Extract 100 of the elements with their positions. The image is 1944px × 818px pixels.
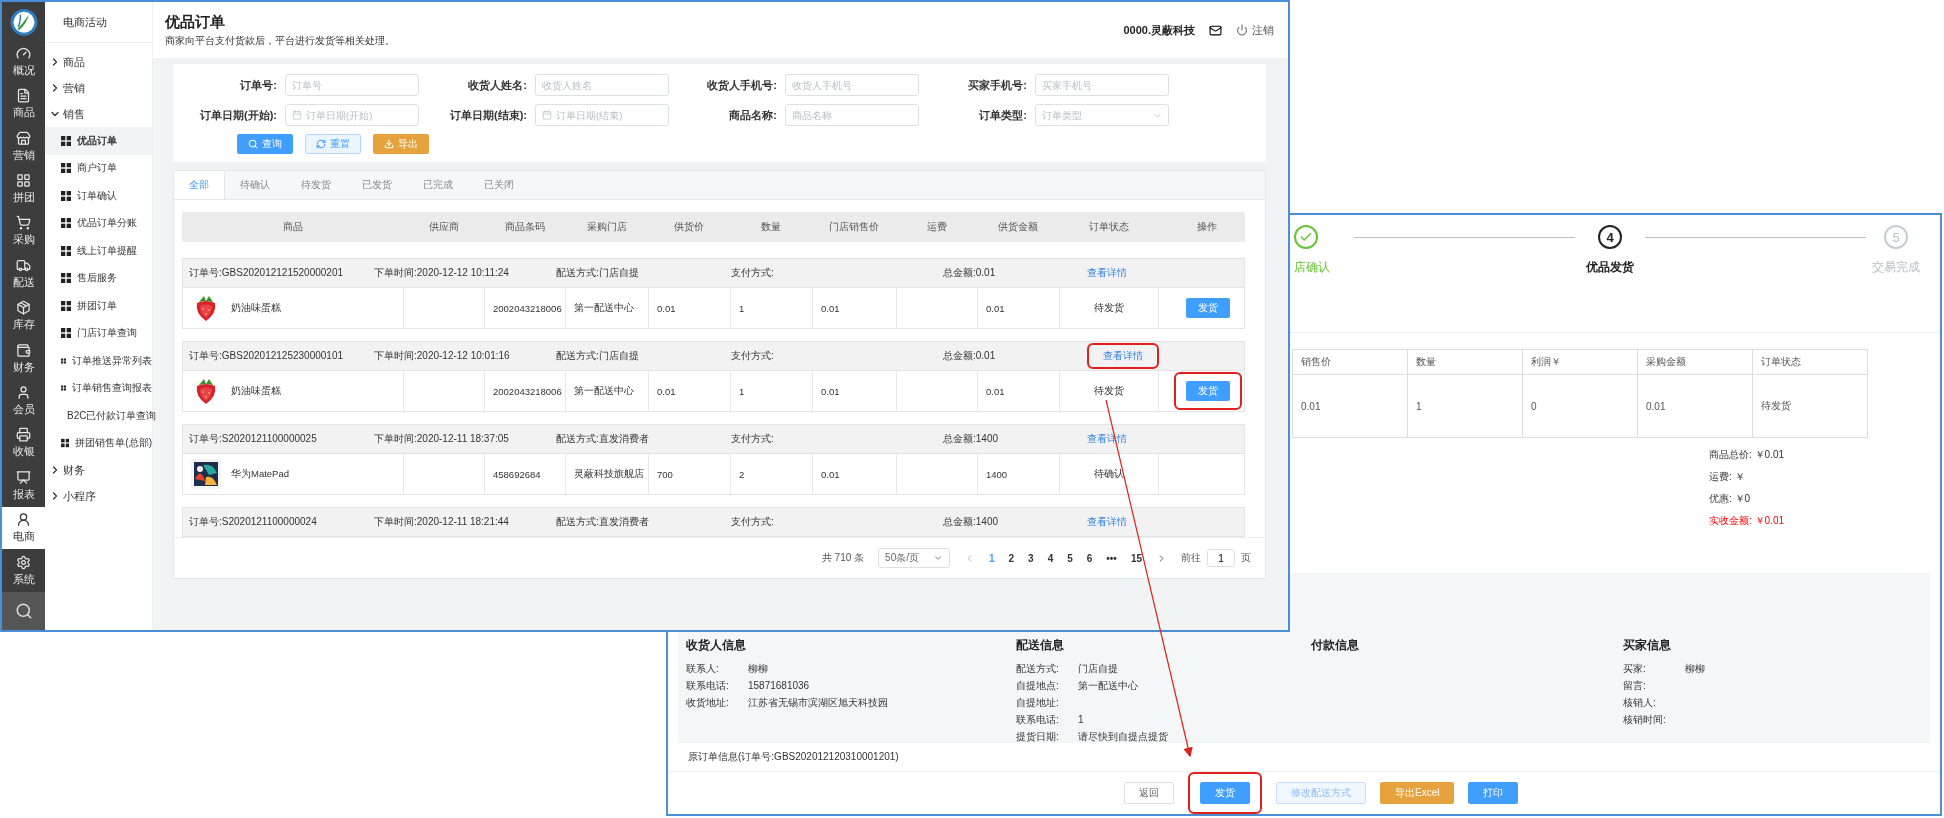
grid-icon [61,163,71,174]
page-button[interactable]: 2 [1008,552,1015,564]
goto-label: 前往 [1181,551,1201,565]
column-header: 数量 [760,220,782,234]
order-time: 下单时间:2020-12-12 10:11:24 [374,266,509,280]
field-label: 买家: [1623,662,1647,676]
page-button[interactable]: 3 [1028,552,1034,564]
menu-group[interactable]: 商品 [45,49,85,75]
page-button[interactable]: 6 [1086,552,1093,564]
column-header: 数量 [1408,350,1523,375]
truck-icon [16,257,31,273]
status-tab[interactable]: 已完成 [408,171,469,199]
page-suffix: 页 [1241,551,1251,565]
detail-link[interactable]: 查看详情 [1087,515,1127,529]
menu-item[interactable]: 优品订单分账 [45,209,152,237]
menu-item[interactable]: 线上订单提醒 [45,237,152,265]
input-field[interactable]: 收货人手机号 [785,74,919,96]
menu-item[interactable]: 拼团销售单(总部) [45,429,152,457]
table-cell: 第一配送中心 [574,301,634,315]
package-icon [16,300,31,316]
nav-rail-item[interactable]: 财务 [2,337,45,380]
page-button[interactable]: 4 [1047,552,1054,564]
gauge-icon [16,45,31,61]
grid-icon [61,135,71,146]
column-header: 采购门店 [585,220,628,234]
page-button[interactable]: 5 [1067,552,1073,564]
logout-button[interactable]: 注销 [1236,22,1274,38]
search-button[interactable] [2,591,45,630]
nav-rail-item[interactable]: 采购 [2,210,45,253]
status-tab[interactable]: 待确认 [225,171,286,199]
table-cell: 0.01 [821,468,840,480]
step-label: 店确认 [1294,259,1330,276]
menu-group[interactable]: 营销 [45,75,85,101]
field-label: 联系电话: [686,679,730,693]
table-cell: 0.01 [821,385,840,397]
nav-rail-item[interactable]: 报表 [2,464,45,507]
mail-icon[interactable] [1209,23,1222,37]
nav-rail-item[interactable]: 配送 [2,252,45,295]
order-number: 订单号:GBS202012121520000201 [189,266,343,280]
nav-rail-item[interactable]: 营销 [2,125,45,168]
search-icon [248,139,258,149]
menu-item[interactable]: 订单确认 [45,182,152,210]
summary-line: 商品总价: ￥0.01 [1709,448,1786,462]
menu-group[interactable]: 小程序 [45,483,96,509]
field-value: 1 [1078,713,1085,727]
check-icon [1299,230,1313,244]
field-value: 柳柳 [1685,662,1706,676]
product-name: 华为MatePad [231,467,290,481]
page-title: 优品订单 [165,12,226,32]
printer-icon [16,427,31,443]
menu-item[interactable]: 商户订单 [45,154,152,182]
nav-rail-item[interactable]: 电商 [2,506,45,550]
menu-item[interactable]: 售后服务 [45,264,152,292]
input-field[interactable]: 收货人姓名 [535,74,669,96]
field-label: 订单日期(结束): [449,107,527,123]
detail-link[interactable]: 查看详情 [1103,349,1143,363]
nav-rail-item[interactable]: 会员 [2,379,45,423]
order-total: 总金额:1400 [943,432,999,446]
order-total: 总金额:0.01 [943,349,996,363]
delivery-method: 配送方式:直发消费者 [556,432,649,446]
delivery-method: 配送方式:门店自提 [556,266,639,280]
wallet-icon [16,342,31,358]
column-header: 利润￥ [1523,350,1638,375]
table-cell: 2 [739,468,745,480]
nav-rail-item[interactable]: 拼团 [2,167,45,211]
menu-item[interactable]: 门店订单查询 [45,319,152,347]
nav-rail-item[interactable]: 系统 [2,549,45,592]
menu-item[interactable]: 订单推送异常列表 [45,347,152,375]
status-text: 待发货 [1094,384,1124,398]
settings-icon [16,554,31,570]
table-cell: 700 [657,468,673,480]
nav-rail-item[interactable]: 商品 [2,83,45,126]
menu-group[interactable]: 财务 [45,457,85,483]
table-cell: 1400 [986,468,1008,480]
table-cell: 0.01 [1638,375,1753,437]
grid-icon [61,190,71,201]
page-button[interactable]: 15 [1130,552,1142,564]
product-name: 奶油味蛋糕 [231,301,281,315]
nav-rail-item[interactable]: 库存 [2,295,45,338]
footer-button[interactable]: 返回 [1124,782,1174,804]
status-tab[interactable]: 已关闭 [469,171,530,199]
input-field[interactable]: 买家手机号 [1035,74,1169,96]
detail-link[interactable]: 查看详情 [1087,266,1127,280]
order-time: 下单时间:2020-12-11 18:37:05 [374,432,509,446]
page-input[interactable]: 1 [1207,549,1235,567]
status-tab[interactable]: 待发货 [286,171,347,199]
menu-group[interactable]: 销售 [45,101,85,127]
delivery-method: 配送方式:直发消费者 [556,515,649,529]
menu-item[interactable]: 优品订单 [45,127,152,155]
page-size-select[interactable]: 50条/页 [878,548,950,568]
menu-item[interactable]: 订单销售查询报表 [45,374,152,402]
grid-icon [61,300,71,311]
status-tab[interactable]: 已发货 [347,171,408,199]
menu-item[interactable]: 拼团订单 [45,292,152,320]
nav-rail-item[interactable]: 概况 [2,40,45,84]
page-button[interactable]: ••• [1106,552,1117,564]
nav-rail-item[interactable]: 收银 [2,422,45,465]
order-total: 总金额:0.01 [943,266,996,280]
download-icon [384,139,394,149]
field-label: 自提地点: [1016,679,1060,693]
